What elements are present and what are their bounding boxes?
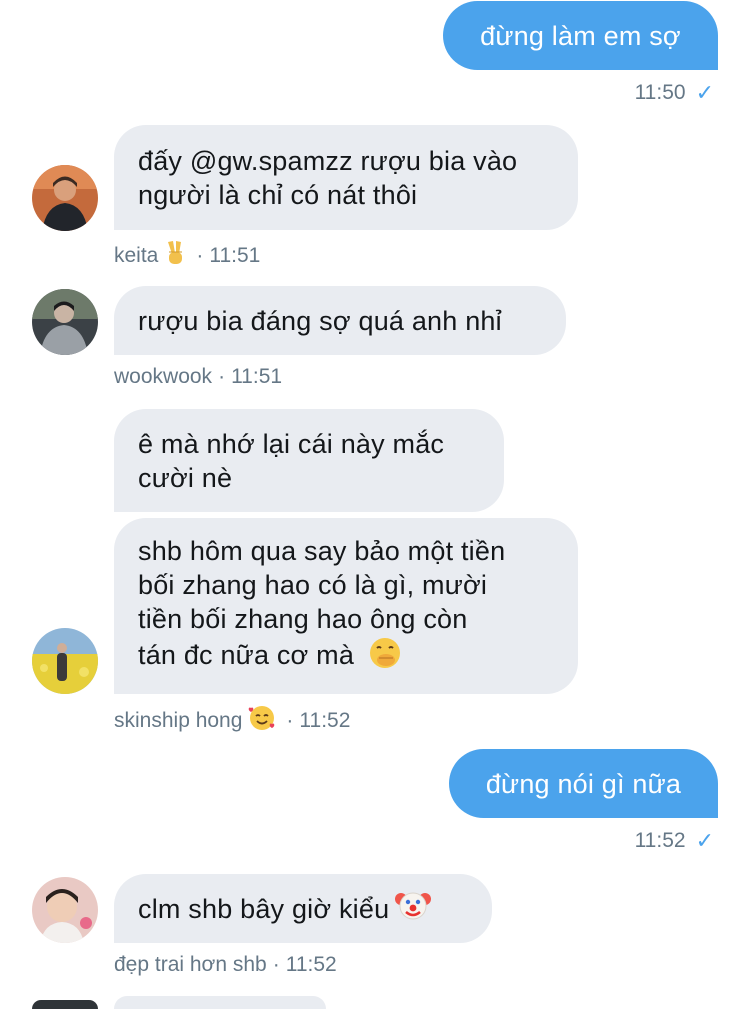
sender-name[interactable]: skinship hong [114,709,242,733]
avatar-image [32,877,98,943]
message-line: ê mà nhớ lại cái này mắc [138,428,445,459]
sender-name[interactable]: đẹp trai hơn shb [114,953,267,977]
received-message-bubble-partial[interactable] [114,996,326,1009]
meta-separator: · [272,953,280,976]
message-line: rượu bia đáng sợ quá anh nhỉ [138,305,502,336]
smiling-face-with-hearts-icon [248,704,276,738]
avatar-partial[interactable] [32,1000,98,1009]
message-time: 11:51 [231,365,283,388]
message-line-with-emoji: tán đc nữa cơ mà [138,636,554,678]
message-meta: đẹp trai hơn shb · 11:52 [114,953,337,977]
meta-separator: · [196,244,204,267]
avatar-wookwook[interactable] [32,289,98,355]
face-with-hand-over-mouth-icon [368,636,402,678]
received-message-bubble[interactable]: clm shb bây giờ kiểu [114,874,492,943]
received-message-bubble[interactable]: shb hôm qua say bảo một tiền bối zhang h… [114,518,578,694]
message-time: 11:51 [209,244,261,267]
message-meta: keita · 11:51 [114,240,260,272]
message-time: 11:50 [634,81,686,104]
message-time: 11:52 [634,829,686,852]
message-line: clm shb bây giờ kiểu [138,893,390,924]
sent-check-icon: ✓ [695,80,714,105]
sender-name[interactable]: wookwook [114,365,212,389]
message-line: đấy @gw.spamzz rượu bia vào [138,145,518,176]
meta-separator: · [218,365,226,388]
received-message-bubble[interactable]: đấy @gw.spamzz rượu bia vào người là chỉ… [114,125,578,230]
message-line: bối zhang hao có là gì, mười [138,570,488,600]
message-meta: wookwook · 11:51 [114,365,282,389]
message-time: 11:52 [299,709,351,732]
message-line: tán đc nữa cơ mà [138,640,355,671]
message-text: đừng nói gì nữa [485,768,682,799]
message-text: đừng làm em sợ [480,20,681,51]
sender-name[interactable]: keita [114,244,158,268]
avatar-skinship-hong[interactable] [32,628,98,694]
sent-message-bubble[interactable]: đừng làm em sợ [443,1,718,70]
clown-face-icon [395,887,432,931]
avatar-image [32,165,98,231]
message-meta: 11:52 ✓ [635,828,714,854]
message-line: shb hôm qua say bảo một tiền [138,536,506,566]
message-time: 11:52 [285,953,337,976]
victory-hand-icon [164,240,186,272]
meta-separator: · [286,709,294,732]
received-message-bubble[interactable]: rượu bia đáng sợ quá anh nhỉ [114,286,566,355]
message-meta: 11:50 ✓ [635,80,714,106]
message-line: tiền bối zhang hao ông còn [138,604,468,634]
avatar-image [32,289,98,355]
sent-message-bubble[interactable]: đừng nói gì nữa [449,749,718,818]
avatar-dep-trai-hon-shb[interactable] [32,877,98,943]
message-line-with-emoji: clm shb bây giờ kiểu [138,887,468,931]
message-line: cười nè [138,462,233,493]
sent-check-icon: ✓ [695,828,714,853]
message-line: người là chỉ có nát thôi [138,179,418,210]
avatar-image [32,628,98,694]
message-meta: skinship hong · 11:52 [114,704,350,738]
avatar-keita[interactable] [32,165,98,231]
received-message-bubble[interactable]: ê mà nhớ lại cái này mắc cười nè [114,409,504,512]
